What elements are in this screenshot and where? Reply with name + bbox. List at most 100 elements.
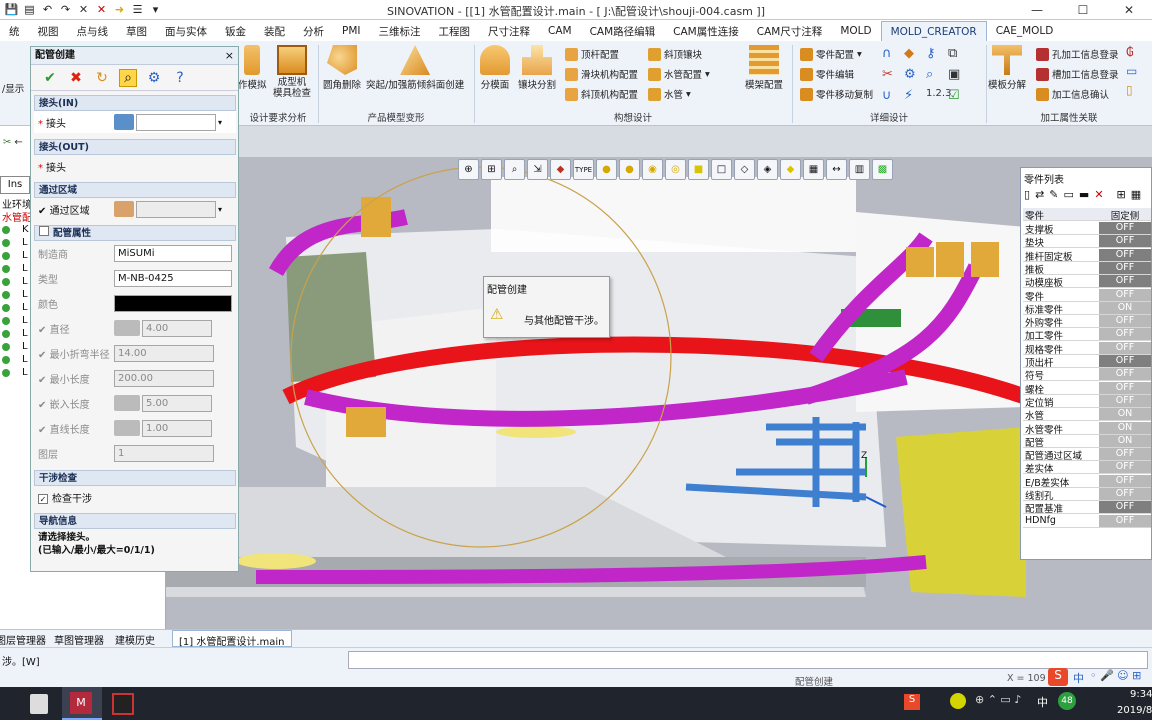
square-icon[interactable]: ▣ [948,67,970,82]
parts-list-row[interactable]: 规格零件 OFF [1023,341,1151,355]
tab-document[interactable]: [1] 水管配置设计.main [172,630,292,648]
tab-mold[interactable]: MOLD [831,21,880,41]
section-icon[interactable]: ▥ [849,159,870,180]
part-fixed-side-toggle[interactable]: ON [1099,434,1151,447]
grid-icon[interactable]: ▦ [803,159,824,180]
tree-row-label[interactable]: L [22,315,28,326]
tree-item[interactable]: 水管配 [2,209,32,224]
zoom-area-icon[interactable]: ⊞ [481,159,502,180]
section-joint-in[interactable]: 接头(IN) [34,95,236,111]
table-icon[interactable]: ▦ [1131,188,1141,201]
tab-sheetmetal[interactable]: 钣金 [216,21,255,41]
3d-viewport[interactable]: Z [166,157,1152,629]
cancel-icon[interactable]: ✖ [67,70,85,86]
box-icon[interactable]: ▬ [1079,188,1089,201]
cube-wire-icon[interactable]: □ [711,159,732,180]
molding-machine-check-button[interactable]: 成型机 模具检查 [273,45,311,99]
tray-ime-label[interactable]: 中 [1037,694,1048,710]
motion-sim-button[interactable]: 作模拟 [238,45,267,91]
parts-list-row[interactable]: 加工零件 OFF [1023,328,1151,342]
tree-row-label[interactable]: L [22,354,28,365]
car-icon[interactable]: ◆ [550,159,571,180]
ime-tools-icon[interactable]: ◦ 🎤 ☺ ⊞ [1090,669,1141,682]
tree-row-label[interactable]: L [22,250,28,261]
tray-badge[interactable]: 48 [1058,692,1076,710]
parts-list-row[interactable]: 螺栓 OFF [1023,381,1151,395]
part-fixed-side-toggle[interactable]: OFF [1099,222,1151,234]
undo-icon[interactable]: ↻ [93,70,111,86]
tab-cam-attr[interactable]: CAM属性连接 [664,21,748,41]
part-fixed-side-toggle[interactable]: OFF [1099,394,1151,407]
frame-icon[interactable]: ⧉ [948,46,970,61]
parts-list-row[interactable]: 标准零件 ON [1023,301,1151,315]
parts-list-row[interactable]: 推板 OFF [1023,261,1151,275]
ejector-pin-config-button[interactable]: 顶杆配置 [565,47,619,61]
cube-hidden-icon[interactable]: ◆ [780,159,801,180]
key-icon[interactable]: ⚷ [926,46,948,61]
tree-tab[interactable]: Ins [0,176,30,194]
parts-list-row[interactable]: 配置基准 OFF [1023,501,1151,515]
parts-list-row[interactable]: 配管通过区域 OFF [1023,448,1151,462]
parts-list-row[interactable]: 顶出杆 OFF [1023,355,1151,368]
recorder-icon[interactable] [112,693,134,715]
tab-view[interactable]: 视图 [29,21,68,41]
pen-icon[interactable]: ✎ [1049,188,1058,201]
tree-row-label[interactable]: L [22,289,28,300]
measure-icon[interactable]: ↔ [826,159,847,180]
part-fixed-side-toggle[interactable]: ON [1099,301,1151,314]
light-group-icon[interactable]: ◉ [642,159,663,180]
parts-list-row[interactable]: 外购零件 OFF [1023,315,1151,329]
number-icon[interactable]: 1.2.3 [926,88,951,103]
insert-length-input[interactable]: 5.00 [142,394,212,412]
tree-row-label[interactable]: L [22,341,28,352]
lens-icon[interactable]: ⌕ [926,67,948,82]
tab-model-history[interactable]: 建模历史 [115,632,155,647]
magnet-icon[interactable]: ∩ [882,46,904,61]
slider-mechanism-config-button[interactable]: 滑块机构配置 [565,67,638,81]
pick-icon[interactable] [114,114,134,130]
hook-icon[interactable]: ₲ [1126,45,1137,59]
part-move-copy-button[interactable]: 零件移动复制 [800,87,873,101]
help-icon[interactable]: ? [171,70,189,86]
tree-row-label[interactable]: L [22,367,28,378]
joint-in-input[interactable] [136,113,216,131]
part-fixed-side-toggle[interactable]: OFF [1099,461,1151,474]
part-fixed-side-toggle[interactable]: OFF [1099,474,1151,487]
check-interference-checkbox[interactable]: ✓ [38,493,48,504]
section-navigation[interactable]: 导航信息 [34,513,236,529]
delete-icon[interactable]: ✕ [1094,188,1103,201]
slot-machining-register-button[interactable]: 槽加工信息登录 [1036,67,1119,81]
cube-shaded-icon[interactable]: ■ [688,159,709,180]
part-fixed-side-toggle[interactable]: OFF [1099,235,1151,248]
ime-mode-label[interactable]: 中 [1073,670,1084,686]
pick-icon[interactable] [114,201,134,217]
diamond-icon[interactable]: ◆ [904,46,926,61]
ime-logo-icon[interactable]: S [1048,668,1068,686]
arrow-icon[interactable]: ← [14,137,22,148]
doc-icon[interactable]: ▯ [1126,83,1137,97]
part-fixed-side-toggle[interactable]: OFF [1099,248,1151,261]
tab-cam-path[interactable]: CAM路径编辑 [581,21,665,41]
orient-icon[interactable]: ⇲ [527,159,548,180]
parts-list-row[interactable]: 推杆固定板 OFF [1023,248,1151,262]
tab-cae-mold[interactable]: CAE_MOLD [987,21,1063,41]
type-select[interactable]: M-NB-0425 [114,269,232,287]
list-icon[interactable]: ▭ [1064,188,1074,201]
min-length-input[interactable]: 200.00 [114,369,214,387]
section-pipe-props[interactable]: 配管属性 [34,225,236,241]
part-fixed-side-toggle[interactable]: ON [1099,421,1151,434]
parts-list-row[interactable]: 定位销 OFF [1023,394,1151,408]
water-pipe-config-button[interactable]: 水管配置 ▾ [648,67,710,81]
tab-analysis[interactable]: 分析 [294,21,333,41]
section-interference[interactable]: 干涉检查 [34,470,236,486]
parting-surface-button[interactable]: 分模面 [480,45,510,91]
water-pipe-button[interactable]: 水管 ▾ [648,87,691,101]
tab-layer-manager[interactable]: 图层管理器 [0,632,46,647]
hole-machining-register-button[interactable]: 孔加工信息登录 [1036,47,1119,61]
tab-sketch[interactable]: 草图 [117,21,156,41]
minimize-button[interactable]: — [1014,0,1060,20]
tree-row-label[interactable]: L [22,302,28,313]
tab-cam-dim[interactable]: CAM尺寸注释 [748,21,832,41]
part-fixed-side-toggle[interactable]: OFF [1099,488,1151,500]
dialog-close-button[interactable]: × [225,47,234,65]
